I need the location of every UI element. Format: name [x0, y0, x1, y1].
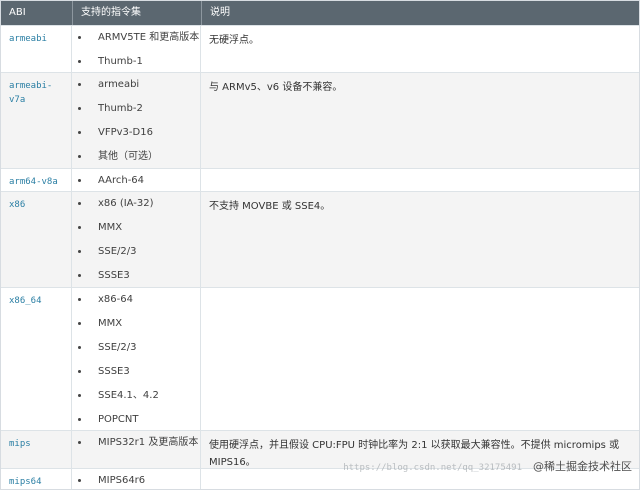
- instruction-text: Thumb-1: [98, 56, 143, 67]
- instruction-text: x86-64: [98, 294, 133, 305]
- abi-table: ABI 支持的指令集 说明 armeabi ARMV5TE 和更高版本 Thumb-…: [0, 0, 640, 490]
- bullet-icon: [78, 479, 81, 482]
- instruction-text: SSSE3: [98, 366, 130, 377]
- instruction-text: MMX: [98, 222, 123, 233]
- table-header: ABI 支持的指令集 说明: [1, 1, 639, 25]
- instruction-list-item: SSSE3: [72, 267, 201, 285]
- instruction-text: SSE4.1、4.2: [98, 390, 159, 401]
- instruction-list-item: SSE4.1、4.2: [72, 387, 201, 405]
- instruction-set-cell: AArch-64: [72, 169, 201, 191]
- bullet-icon: [78, 83, 81, 86]
- bullet-icon: [78, 370, 81, 373]
- instruction-list-item: MIPS64r6: [72, 472, 201, 490]
- instruction-text: SSE/2/3: [98, 246, 137, 257]
- abi-cell: mips64: [1, 469, 72, 489]
- instruction-text: MIPS64r6: [98, 475, 146, 486]
- instruction-list-item: Thumb-2: [72, 100, 201, 118]
- table-row: x86_64 x86-64 MMX SSE/2/3 SSSE3 SSE4.1、4.2 POP…: [1, 287, 639, 430]
- header-instruction-set: 支持的指令集: [72, 1, 201, 25]
- bullet-icon: [78, 250, 81, 253]
- bullet-icon: [78, 107, 81, 110]
- instruction-text: POPCNT: [98, 414, 139, 425]
- watermark-text: @稀土掘金技术社区: [533, 460, 632, 473]
- abi-cell: arm64-v8a: [1, 169, 72, 191]
- instruction-set-cell: MIPS32r1 及更高版本: [72, 431, 201, 468]
- header-description: 说明: [201, 1, 639, 25]
- bullet-icon: [78, 36, 81, 39]
- instruction-text: SSE/2/3: [98, 342, 137, 353]
- instruction-list-item: MIPS32r1 及更高版本: [72, 434, 201, 452]
- instruction-text: MMX: [98, 318, 123, 329]
- instruction-text: AArch-64: [98, 175, 145, 186]
- instruction-text: MIPS32r1 及更高版本: [98, 437, 199, 448]
- instruction-set-cell: armeabi Thumb-2 VFPv3-D16 其他（可选）: [72, 73, 201, 168]
- instruction-set-cell: x86 (IA-32) MMX SSE/2/3 SSSE3: [72, 192, 201, 287]
- instruction-set-cell: ARMV5TE 和更高版本 Thumb-1: [72, 26, 201, 72]
- instruction-text: armeabi: [98, 79, 140, 90]
- bullet-icon: [78, 322, 81, 325]
- bullet-icon: [78, 394, 81, 397]
- abi-cell: armeabi: [1, 26, 72, 72]
- table-row: x86 x86 (IA-32) MMX SSE/2/3 SSSE3 不支持 MOVBE 或…: [1, 191, 639, 287]
- instruction-list-item: MMX: [72, 219, 201, 237]
- table-row: armeabi- v7a armeabi Thumb-2 VFPv3-D16 其他（可选…: [1, 72, 639, 168]
- bullet-icon: [78, 274, 81, 277]
- instruction-text: ARMV5TE 和更高版本: [98, 32, 200, 43]
- bullet-icon: [78, 202, 81, 205]
- abi-cell: mips: [1, 431, 72, 468]
- instruction-list-item: x86-64: [72, 291, 201, 309]
- bullet-icon: [78, 441, 81, 444]
- instruction-list-item: SSSE3: [72, 363, 201, 381]
- bullet-icon: [78, 298, 81, 301]
- description-cell: [201, 169, 639, 191]
- description-cell: [201, 288, 639, 430]
- instruction-list-item: 其他（可选）: [72, 148, 201, 166]
- bullet-icon: [78, 226, 81, 229]
- instruction-list-item: SSE/2/3: [72, 243, 201, 261]
- bullet-icon: [78, 346, 81, 349]
- instruction-list-item: MMX: [72, 315, 201, 333]
- header-abi: ABI: [9, 7, 26, 18]
- instruction-list-item: x86 (IA-32): [72, 195, 201, 213]
- instruction-set-cell: x86-64 MMX SSE/2/3 SSSE3 SSE4.1、4.2 POPCNT: [72, 288, 201, 430]
- description-cell: 无硬浮点。: [209, 35, 259, 46]
- instruction-text: SSSE3: [98, 270, 130, 281]
- bullet-icon: [78, 131, 81, 134]
- table-row: arm64-v8a AArch-64: [1, 168, 639, 191]
- table-row: armeabi ARMV5TE 和更高版本 Thumb-1 无硬浮点。: [1, 25, 639, 72]
- bullet-icon: [78, 179, 81, 182]
- instruction-list-item: AArch-64: [72, 172, 201, 190]
- abi-cell: armeabi- v7a: [1, 73, 72, 168]
- description-cell: 与 ARMv5、v6 设备不兼容。: [209, 82, 343, 93]
- instruction-list-item: armeabi: [72, 76, 201, 94]
- instruction-list-item: SSE/2/3: [72, 339, 201, 357]
- instruction-text: x86 (IA-32): [98, 198, 154, 209]
- instruction-text: Thumb-2: [98, 103, 143, 114]
- bullet-icon: [78, 418, 81, 421]
- instruction-list-item: VFPv3-D16: [72, 124, 201, 142]
- instruction-list-item: Thumb-1: [72, 53, 201, 71]
- instruction-text: 其他（可选）: [98, 151, 158, 162]
- bullet-icon: [78, 60, 81, 63]
- abi-cell: x86_64: [1, 288, 72, 430]
- bullet-icon: [78, 155, 81, 158]
- description-cell: 不支持 MOVBE 或 SSE4。: [209, 201, 331, 212]
- instruction-text: VFPv3-D16: [98, 127, 153, 138]
- instruction-list-item: POPCNT: [72, 411, 201, 429]
- abi-cell: x86: [1, 192, 72, 287]
- instruction-set-cell: MIPS64r6: [72, 469, 201, 489]
- instruction-list-item: ARMV5TE 和更高版本: [72, 29, 201, 47]
